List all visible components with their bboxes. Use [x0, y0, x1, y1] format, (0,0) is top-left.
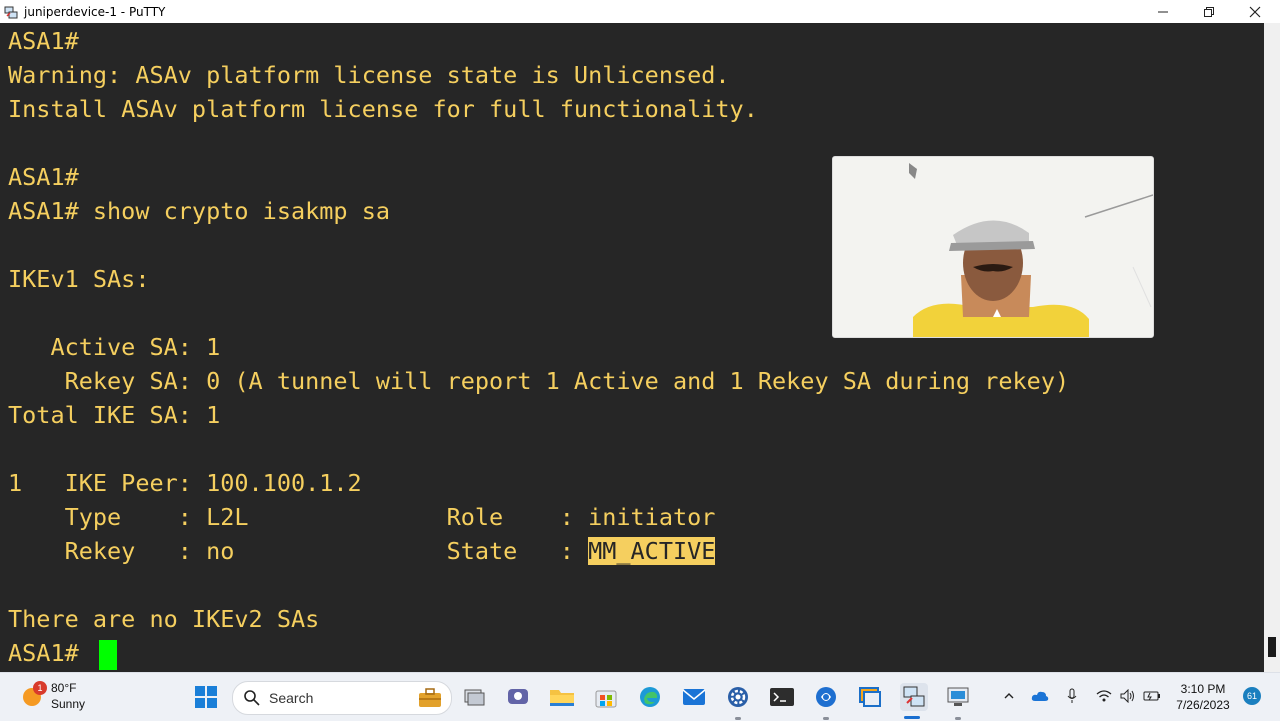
store-icon — [595, 690, 617, 708]
wifi-tray[interactable] — [1095, 687, 1113, 705]
search-icon — [244, 690, 260, 706]
putty-icon — [903, 686, 925, 707]
gear-icon — [728, 687, 748, 707]
vertical-scrollbar[interactable] — [1264, 23, 1280, 672]
weather-condition: Sunny — [51, 697, 86, 711]
terminal-line: Type : L2L Role : initiator — [8, 503, 716, 531]
terminal-line: 1 IKE Peer: 100.100.1.2 — [8, 469, 362, 497]
minimize-button[interactable] — [1140, 0, 1186, 23]
microphone-tray[interactable] — [1063, 687, 1081, 705]
window-title: juniperdevice-1 - PuTTY — [24, 4, 166, 19]
terminal-icon — [770, 688, 794, 706]
tray-overflow-chevron[interactable] — [1000, 687, 1018, 705]
terminal-line: There are no IKEv2 SAs — [8, 605, 320, 633]
terminal-line: IKEv1 SAs: — [8, 265, 150, 293]
clock-date: 7/26/2023 — [1176, 698, 1230, 712]
terminal-area[interactable]: ASA1# Warning: ASAv platform license sta… — [0, 23, 1264, 672]
notification-badge[interactable]: 61 — [1243, 687, 1261, 705]
terminal-button[interactable] — [768, 683, 796, 711]
terminal-prompt-line: ASA1# — [8, 636, 117, 670]
clock-time: 3:10 PM — [1180, 682, 1226, 696]
clock[interactable]: 3:10 PM 7/26/2023 — [1170, 681, 1236, 713]
scrollbar-thumb[interactable] — [1268, 637, 1276, 657]
minimize-icon — [1158, 11, 1168, 12]
speaker-icon — [1120, 689, 1134, 703]
folder-icon — [550, 690, 574, 706]
webcam-overlay — [832, 156, 1154, 338]
maximize-button[interactable] — [1186, 0, 1232, 23]
start-button[interactable] — [192, 683, 220, 711]
text-cursor — [98, 639, 117, 670]
volume-tray[interactable] — [1119, 687, 1137, 705]
browser-icon — [816, 687, 836, 707]
settings-button[interactable] — [724, 683, 752, 711]
terminal-line: Active SA: 1 — [8, 333, 221, 361]
search-input[interactable]: Search — [232, 681, 452, 715]
store-button[interactable] — [592, 683, 620, 711]
mail-icon — [682, 689, 706, 705]
taskbar: 1 80°F Sunny Search 3:10 PM 7/26/2023 61 — [0, 672, 1280, 721]
terminal-line: Warning: ASAv platform license state is … — [8, 61, 730, 89]
terminal-line: Total IKE SA: 1 — [8, 401, 221, 429]
terminal-line: ASA1# — [8, 163, 79, 191]
task-view-button[interactable] — [460, 683, 488, 711]
terminal-line: Rekey SA: 0 (A tunnel will report 1 Acti… — [8, 367, 1070, 395]
terminal-line: Install ASAv platform license for full f… — [8, 95, 758, 123]
terminal-line: ASA1# show crypto isakmp sa — [8, 197, 391, 225]
window-icon — [859, 687, 881, 707]
battery-tray[interactable] — [1143, 687, 1161, 705]
active-indicator — [904, 716, 920, 719]
edge-icon — [640, 687, 660, 707]
cloud-icon — [1031, 691, 1049, 701]
file-explorer-button[interactable] — [548, 683, 576, 711]
chevron-up-icon — [1004, 693, 1014, 699]
chat-icon — [508, 689, 528, 704]
remote-desktop-icon — [947, 687, 969, 706]
remote-desktop-button[interactable] — [944, 683, 972, 711]
title-bar: juniperdevice-1 - PuTTY — [0, 0, 1280, 23]
onedrive-tray[interactable] — [1031, 687, 1049, 705]
prompt-text: ASA1# — [8, 639, 93, 667]
mail-button[interactable] — [680, 683, 708, 711]
task-view-icon — [464, 689, 485, 706]
putty-icon — [4, 5, 18, 19]
presenter-video — [833, 157, 1153, 337]
terminal-line-state: Rekey : no State : MM_ACTIVE — [8, 534, 716, 568]
weather-temp: 80°F — [51, 681, 77, 695]
windows-icon — [195, 686, 217, 708]
highlighted-text: MM_ACTIVE — [588, 537, 716, 565]
teams-button[interactable] — [504, 683, 532, 711]
briefcase-icon — [419, 688, 441, 707]
restore-icon — [1204, 6, 1214, 17]
close-icon — [1249, 6, 1261, 17]
terminal-line: ASA1# — [8, 27, 79, 55]
wifi-icon — [1096, 690, 1112, 702]
search-label: Search — [269, 690, 314, 706]
app-button[interactable] — [856, 683, 884, 711]
putty-button[interactable] — [900, 683, 928, 711]
close-button[interactable] — [1232, 0, 1278, 23]
microphone-icon — [1067, 688, 1077, 703]
weather-badge: 1 — [33, 681, 47, 695]
edge-button[interactable] — [636, 683, 664, 711]
terminal-line-text: Rekey : no State : — [8, 537, 589, 565]
battery-icon — [1143, 691, 1160, 701]
browser-button[interactable] — [812, 683, 840, 711]
